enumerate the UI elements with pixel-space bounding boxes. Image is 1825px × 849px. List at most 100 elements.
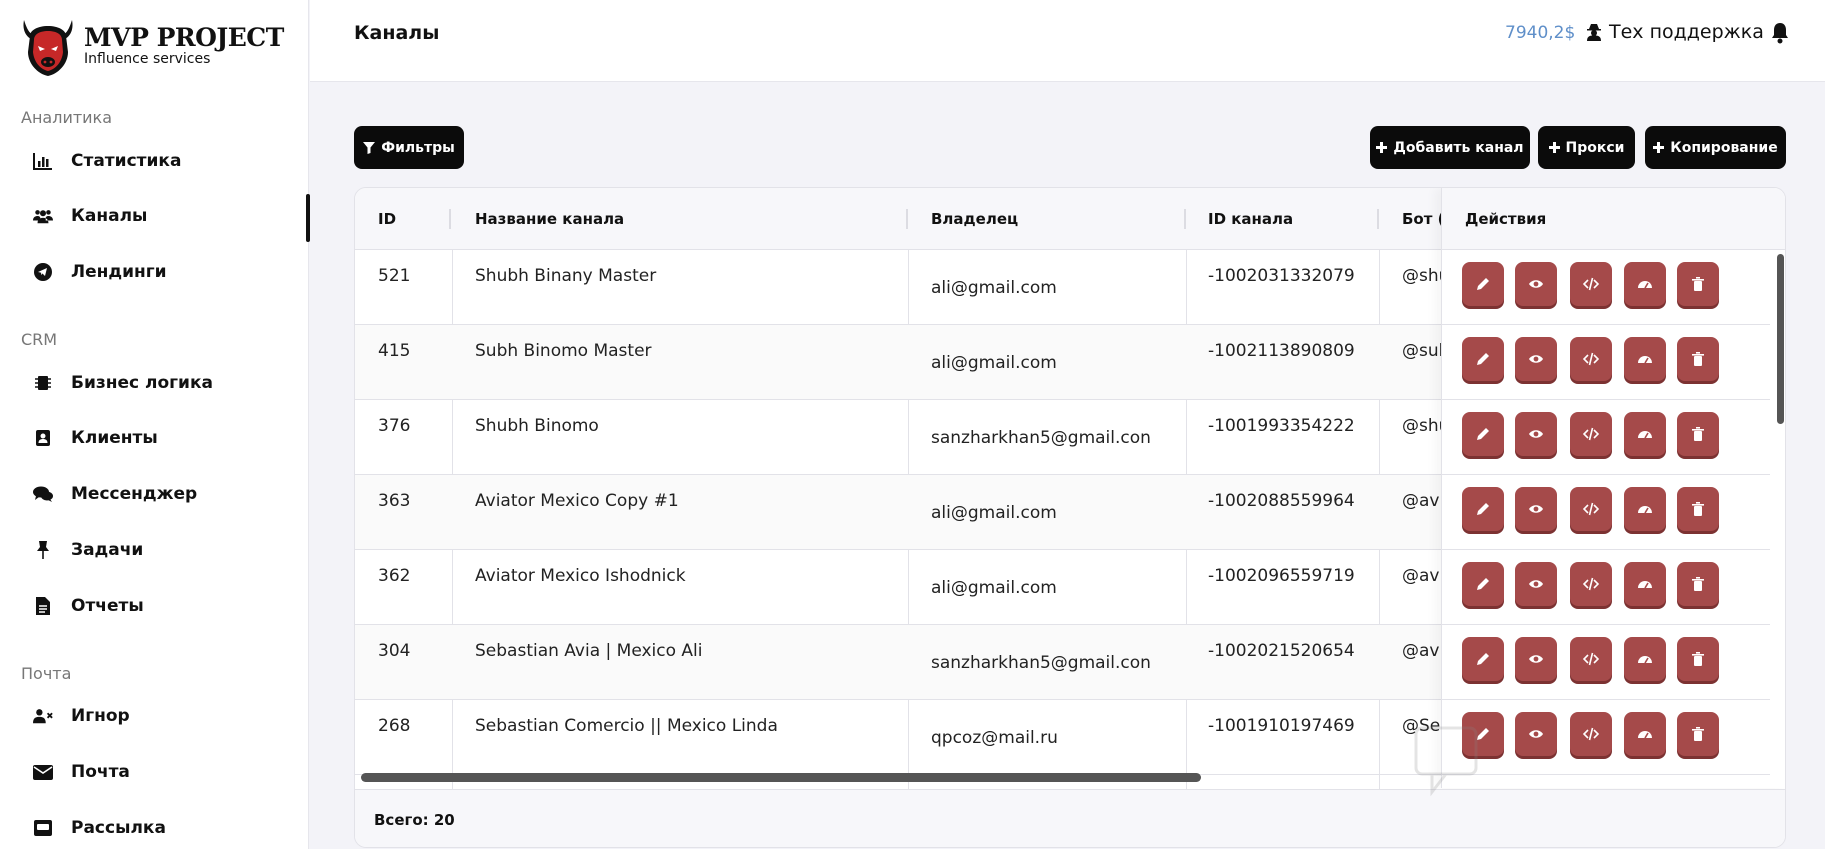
sidebar-item-landings[interactable]: Лендинги xyxy=(33,258,293,286)
horizontal-scrollbar-thumb[interactable] xyxy=(361,773,1201,782)
delete-button[interactable] xyxy=(1677,562,1719,606)
sidebar-item-label: Отчеты xyxy=(71,596,144,616)
table-row[interactable]: 376 Shubh Binomo sanzharkhan5@gmail.con -10… xyxy=(355,400,1449,475)
column-header-owner[interactable]: Владелец xyxy=(931,210,1018,228)
watermark-chat-icon xyxy=(1414,726,1478,797)
dashboard-button[interactable] xyxy=(1624,337,1666,381)
support-link[interactable]: Тех поддержка xyxy=(1586,21,1764,43)
code-button[interactable] xyxy=(1570,262,1612,306)
chip-icon xyxy=(33,373,53,393)
table-row[interactable]: 521 Shubh Binany Master ali@gmail.com -1002… xyxy=(355,250,1449,325)
cell-id: 376 xyxy=(378,416,411,436)
users-icon xyxy=(33,206,53,226)
column-resizer[interactable] xyxy=(1184,209,1186,229)
vertical-scrollbar-thumb[interactable] xyxy=(1777,254,1784,424)
column-resizer[interactable] xyxy=(906,209,908,229)
vertical-scrollbar[interactable] xyxy=(1774,250,1785,790)
code-icon xyxy=(1583,577,1599,591)
column-resizer[interactable] xyxy=(449,209,451,229)
proxy-button[interactable]: Прокси xyxy=(1538,126,1635,169)
sidebar-item-newsletter[interactable]: Рассылка xyxy=(33,814,293,842)
edit-button[interactable] xyxy=(1462,412,1504,456)
table-row[interactable]: 304 Sebastian Avia | Mexico Ali sanzharkha… xyxy=(355,625,1444,700)
cell-channel-name: Aviator Mexico Copy #1 xyxy=(475,491,679,511)
view-button[interactable] xyxy=(1515,412,1557,456)
bell-icon[interactable] xyxy=(1770,22,1790,44)
table-row[interactable]: 415 Subh Binomo Master ali@gmail.com -10021… xyxy=(355,325,1449,400)
actions-column: Действия xyxy=(1441,188,1785,790)
edit-button[interactable] xyxy=(1462,262,1504,306)
sidebar-item-label: Статистика xyxy=(71,151,182,171)
view-button[interactable] xyxy=(1515,487,1557,531)
sidebar-item-mail[interactable]: Почта xyxy=(33,758,293,786)
column-header-name[interactable]: Название канала xyxy=(475,210,624,228)
cell-channel-id: -1002031332079 xyxy=(1208,266,1355,286)
column-header-channel-id[interactable]: ID канала xyxy=(1208,210,1293,228)
pin-icon xyxy=(33,540,53,560)
sidebar-item-business-logic[interactable]: Бизнес логика xyxy=(33,369,293,397)
eye-icon xyxy=(1529,505,1543,513)
sidebar-item-clients[interactable]: Клиенты xyxy=(33,424,293,452)
filters-button[interactable]: Фильтры xyxy=(354,126,464,169)
section-label-crm: CRM xyxy=(21,330,58,349)
eye-icon xyxy=(1529,580,1543,588)
trash-icon xyxy=(1692,427,1704,441)
cell-channel-name: Shubh Binany Master xyxy=(475,266,657,286)
sidebar-item-messenger[interactable]: Мессенджер xyxy=(33,480,293,508)
sidebar: MVP PROJECT Influence services Аналитика… xyxy=(0,0,310,849)
dashboard-button[interactable] xyxy=(1624,412,1666,456)
view-button[interactable] xyxy=(1515,262,1557,306)
code-icon xyxy=(1583,427,1599,441)
edit-button[interactable] xyxy=(1462,637,1504,681)
filters-label: Фильтры xyxy=(381,139,455,156)
cell-channel-id: -1002021520654 xyxy=(1208,641,1355,661)
sidebar-item-statistics[interactable]: Статистика xyxy=(33,147,293,175)
sidebar-item-channels[interactable]: Каналы xyxy=(33,202,293,230)
sidebar-item-label: Рассылка xyxy=(71,818,166,838)
pencil-icon xyxy=(1477,353,1489,365)
sidebar-item-tasks[interactable]: Задачи xyxy=(33,536,293,564)
proxy-label: Прокси xyxy=(1565,139,1625,156)
dashboard-button[interactable] xyxy=(1624,562,1666,606)
sidebar-item-label: Бизнес логика xyxy=(71,373,213,393)
column-header-id[interactable]: ID xyxy=(378,210,396,228)
dashboard-button[interactable] xyxy=(1624,637,1666,681)
code-button[interactable] xyxy=(1570,412,1612,456)
dashboard-button[interactable] xyxy=(1624,262,1666,306)
dashboard-button[interactable] xyxy=(1624,487,1666,531)
delete-button[interactable] xyxy=(1677,637,1719,681)
code-icon xyxy=(1583,277,1599,291)
table-row[interactable]: 363 Aviator Mexico Copy #1 ali@gmail.com -1… xyxy=(355,475,1445,550)
code-button[interactable] xyxy=(1570,562,1612,606)
code-button[interactable] xyxy=(1570,637,1612,681)
cell-owner: ali@gmail.com xyxy=(931,503,1057,523)
edit-button[interactable] xyxy=(1462,487,1504,531)
column-resizer[interactable] xyxy=(1377,209,1379,229)
eye-icon xyxy=(1529,355,1543,363)
section-label-analytics: Аналитика xyxy=(21,108,113,127)
column-header-bot[interactable]: Бот ( xyxy=(1402,210,1445,228)
sidebar-item-ignore[interactable]: Игнор xyxy=(33,702,293,730)
balance-amount: 7940,2$ xyxy=(1505,23,1576,43)
code-button[interactable] xyxy=(1570,487,1612,531)
delete-button[interactable] xyxy=(1677,337,1719,381)
code-icon xyxy=(1583,652,1599,666)
actions-row xyxy=(1442,625,1770,700)
view-button[interactable] xyxy=(1515,637,1557,681)
table-row[interactable]: 362 Aviator Mexico Ishodnick ali@gmail.com… xyxy=(355,550,1444,625)
sidebar-item-reports[interactable]: Отчеты xyxy=(33,592,293,620)
copy-button[interactable]: Копирование xyxy=(1645,126,1786,169)
table-row[interactable]: 268 Sebastian Comercio || Mexico Linda qpc… xyxy=(355,700,1441,775)
delete-button[interactable] xyxy=(1677,262,1719,306)
delete-button[interactable] xyxy=(1677,487,1719,531)
cell-bot: @avi xyxy=(1402,491,1445,511)
view-button[interactable] xyxy=(1515,562,1557,606)
delete-button[interactable] xyxy=(1677,412,1719,456)
edit-button[interactable] xyxy=(1462,337,1504,381)
trash-icon xyxy=(1692,652,1704,666)
view-button[interactable] xyxy=(1515,337,1557,381)
edit-button[interactable] xyxy=(1462,562,1504,606)
logo[interactable]: MVP PROJECT Influence services xyxy=(20,16,284,78)
add-channel-button[interactable]: Добавить канал xyxy=(1370,126,1530,169)
code-button[interactable] xyxy=(1570,337,1612,381)
